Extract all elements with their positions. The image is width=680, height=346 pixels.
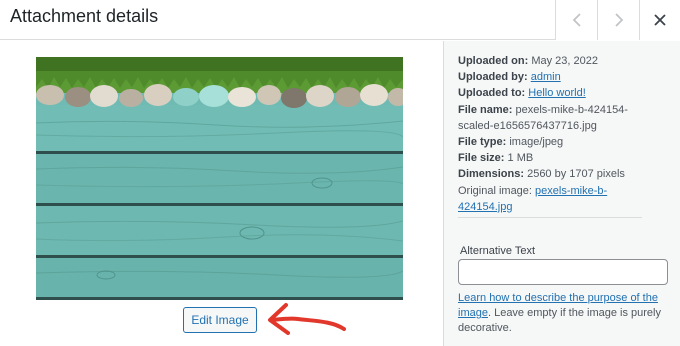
uploaded-by-row: Uploaded by: admin xyxy=(458,71,561,84)
alt-text-input[interactable] xyxy=(458,259,668,285)
dimensions-row: Dimensions: 2560 by 1707 pixels xyxy=(458,168,625,181)
close-button[interactable] xyxy=(639,0,680,40)
media-preview-pane: Edit Image xyxy=(0,41,442,346)
alt-text-label: Alternative Text xyxy=(460,245,536,257)
original-image-link-continued[interactable]: 424154.jpg xyxy=(458,201,512,213)
divider xyxy=(458,217,642,218)
chevron-left-icon xyxy=(572,13,581,27)
uploaded-to-link[interactable]: Hello world! xyxy=(528,87,585,99)
modal-header: Attachment details xyxy=(0,0,680,40)
file-name-row: File name: pexels-mike-b-424154- xyxy=(458,103,628,116)
original-image-link[interactable]: pexels-mike-b- xyxy=(535,185,607,197)
alt-text-help: Learn how to describe the purpose of the… xyxy=(458,292,661,334)
file-size-row: File size: 1 MB xyxy=(458,152,534,165)
original-image-row: Original image: pexels-mike-b- xyxy=(458,184,608,197)
previous-button[interactable] xyxy=(555,0,597,40)
edit-image-button[interactable]: Edit Image xyxy=(183,307,257,333)
file-type-row: File type: image/jpeg xyxy=(458,136,564,149)
uploaded-to-row: Uploaded to: Hello world! xyxy=(458,87,586,100)
original-image-continued: 424154.jpg xyxy=(458,199,668,215)
red-arrow-annotation xyxy=(268,303,346,335)
file-details: Uploaded on: May 23, 2022 Uploaded by: a… xyxy=(458,53,668,215)
attachment-image xyxy=(36,57,403,300)
next-button[interactable] xyxy=(597,0,639,40)
uploaded-by-link[interactable]: admin xyxy=(531,71,561,83)
page-title: Attachment details xyxy=(10,6,159,26)
uploaded-on-row: Uploaded on: May 23, 2022 xyxy=(458,55,598,67)
close-icon xyxy=(654,14,666,26)
attachment-details-sidebar: Uploaded on: May 23, 2022 Uploaded by: a… xyxy=(443,41,680,346)
chevron-right-icon xyxy=(614,13,623,27)
file-name-continued: scaled-e1656576437716.jpg xyxy=(458,119,597,132)
